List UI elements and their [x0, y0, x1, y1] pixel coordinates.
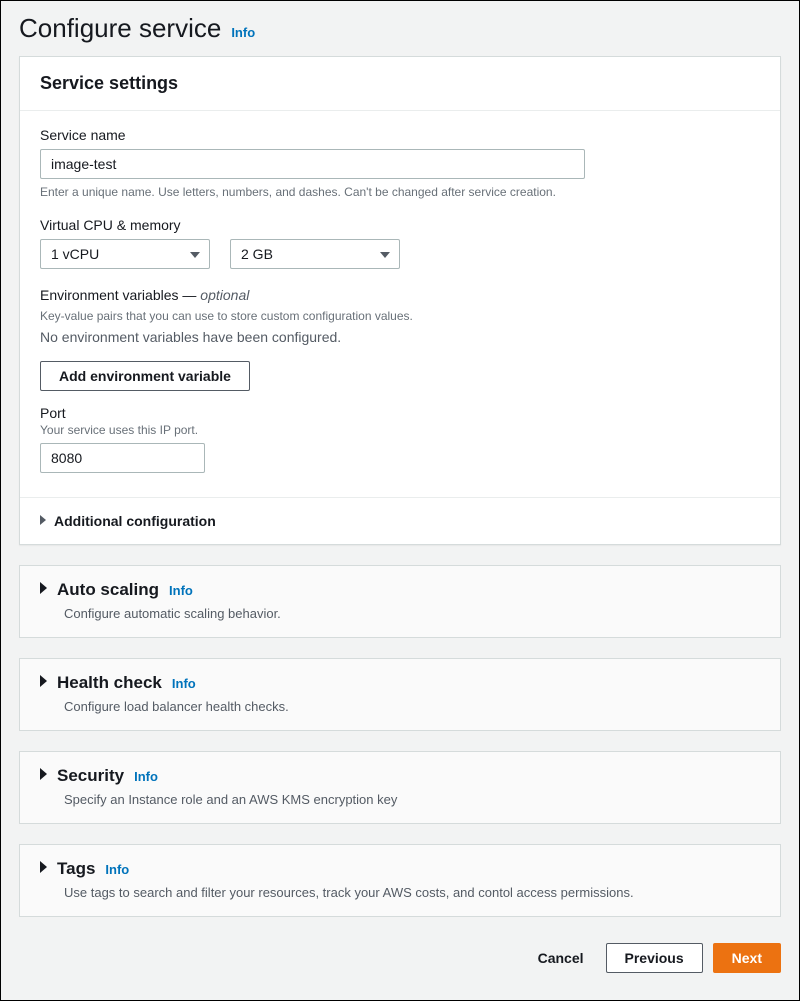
additional-configuration-toggle[interactable]: Additional configuration	[20, 497, 780, 544]
tags-section[interactable]: Tags Info Use tags to search and filter …	[19, 844, 781, 917]
service-settings-title: Service settings	[40, 73, 760, 94]
security-title: Security	[57, 766, 124, 786]
tags-desc: Use tags to search and filter your resou…	[64, 885, 760, 900]
port-help: Your service uses this IP port.	[40, 423, 760, 437]
page-title: Configure service	[19, 13, 221, 44]
page-header: Configure service Info	[19, 9, 781, 56]
caret-right-icon	[40, 767, 47, 785]
env-label: Environment variables — optional	[40, 287, 760, 303]
caret-right-icon	[40, 674, 47, 692]
health-check-info-link[interactable]: Info	[172, 676, 196, 691]
footer-actions: Cancel Previous Next	[19, 937, 781, 973]
security-desc: Specify an Instance role and an AWS KMS …	[64, 792, 760, 807]
vcpu-select-value[interactable]	[40, 239, 210, 269]
vcpu-memory-field: Virtual CPU & memory	[40, 217, 760, 269]
auto-scaling-desc: Configure automatic scaling behavior.	[64, 606, 760, 621]
tags-title: Tags	[57, 859, 95, 879]
auto-scaling-info-link[interactable]: Info	[169, 583, 193, 598]
caret-right-icon	[40, 860, 47, 878]
security-info-link[interactable]: Info	[134, 769, 158, 784]
caret-right-icon	[40, 581, 47, 599]
health-check-section[interactable]: Health check Info Configure load balance…	[19, 658, 781, 731]
service-name-field: Service name Enter a unique name. Use le…	[40, 127, 760, 199]
port-label: Port	[40, 405, 760, 421]
health-check-desc: Configure load balancer health checks.	[64, 699, 760, 714]
vcpu-select[interactable]	[40, 239, 210, 269]
page-info-link[interactable]: Info	[231, 25, 255, 40]
previous-button[interactable]: Previous	[606, 943, 703, 973]
add-env-variable-button[interactable]: Add environment variable	[40, 361, 250, 391]
auto-scaling-section[interactable]: Auto scaling Info Configure automatic sc…	[19, 565, 781, 638]
env-empty-text: No environment variables have been confi…	[40, 329, 760, 345]
service-name-label: Service name	[40, 127, 760, 143]
service-settings-panel: Service settings Service name Enter a un…	[19, 56, 781, 545]
additional-configuration-title: Additional configuration	[54, 513, 216, 529]
env-help: Key-value pairs that you can use to stor…	[40, 309, 760, 323]
cancel-button[interactable]: Cancel	[526, 943, 596, 973]
memory-select-value[interactable]	[230, 239, 400, 269]
env-field: Environment variables — optional Key-val…	[40, 287, 760, 391]
tags-info-link[interactable]: Info	[105, 862, 129, 877]
health-check-title: Health check	[57, 673, 162, 693]
port-field: Port Your service uses this IP port.	[40, 405, 760, 473]
caret-right-icon	[40, 512, 46, 530]
service-name-help: Enter a unique name. Use letters, number…	[40, 185, 760, 199]
next-button[interactable]: Next	[713, 943, 781, 973]
service-name-input[interactable]	[40, 149, 585, 179]
vcpu-memory-label: Virtual CPU & memory	[40, 217, 760, 233]
security-section[interactable]: Security Info Specify an Instance role a…	[19, 751, 781, 824]
memory-select[interactable]	[230, 239, 400, 269]
auto-scaling-title: Auto scaling	[57, 580, 159, 600]
port-input[interactable]	[40, 443, 205, 473]
service-settings-header: Service settings	[20, 57, 780, 111]
